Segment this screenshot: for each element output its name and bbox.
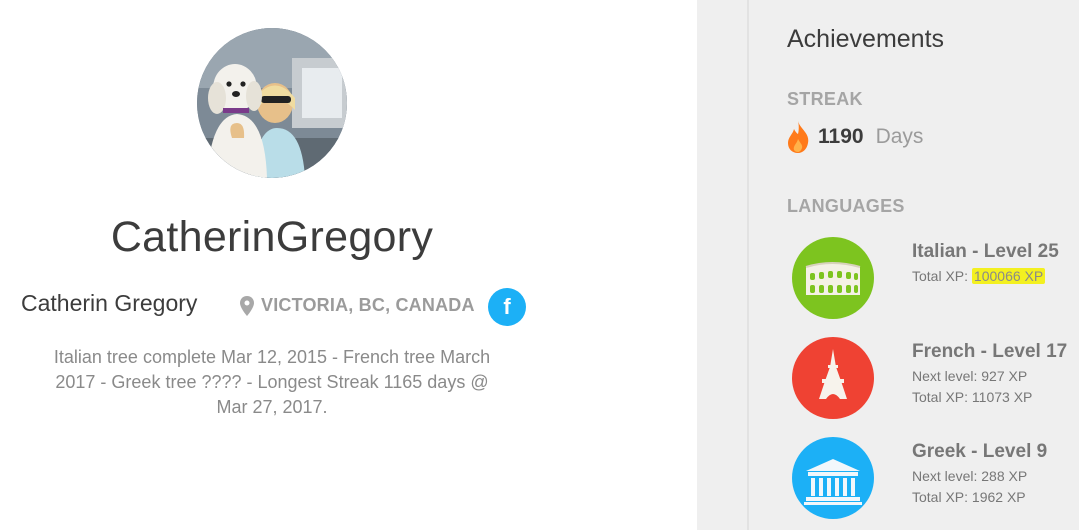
- streak-label: STREAK: [787, 89, 863, 109]
- full-name: Catherin Gregory: [21, 290, 198, 316]
- flame-icon: [788, 121, 809, 153]
- bio-text: Italian tree complete Mar 12, 2015 - Fre…: [53, 347, 491, 417]
- language-title: Italian - Level 25: [912, 241, 1059, 262]
- colosseum-icon: [792, 237, 874, 319]
- streak-count: 1190: [818, 125, 864, 148]
- language-info: Italian - Level 25 Total XP: 100066 XP: [912, 241, 1059, 287]
- language-total-xp: Total XP: 11073 XP: [912, 389, 1033, 405]
- facebook-button[interactable]: f: [488, 288, 526, 326]
- language-badge: [792, 337, 874, 419]
- eiffel-tower-icon: [792, 337, 874, 419]
- language-info: French - Level 17 Next level: 927 XP Tot…: [912, 341, 1067, 408]
- sidebar-divider: [747, 0, 749, 530]
- map-pin-icon: [240, 295, 254, 316]
- language-title: Greek - Level 9: [912, 441, 1048, 462]
- language-total-xp: Total XP: 1962 XP: [912, 489, 1026, 505]
- location: VICTORIA, BC, CANADA: [240, 295, 475, 316]
- languages-label: LANGUAGES: [787, 196, 905, 216]
- language-item-french[interactable]: French - Level 17 Next level: 927 XP Tot…: [792, 337, 1079, 419]
- total-xp-value: 100066 XP: [971, 268, 1046, 284]
- language-item-italian[interactable]: Italian - Level 25 Total XP: 100066 XP: [792, 237, 1079, 319]
- achievements-title: Achievements: [787, 25, 945, 53]
- parthenon-icon: [792, 437, 874, 519]
- avatar[interactable]: [197, 28, 347, 178]
- achievements-sidebar: Achievements STREAK 1190 Days LANGUAGES: [697, 0, 1079, 530]
- location-text: VICTORIA, BC, CANADA: [261, 295, 475, 315]
- streak-unit: Days: [875, 125, 924, 148]
- language-badge: [792, 437, 874, 519]
- language-title: French - Level 17: [912, 341, 1068, 362]
- streak-row: 1190 Days: [786, 121, 923, 153]
- language-badge: [792, 237, 874, 319]
- profile-photo: [197, 28, 347, 178]
- language-info: Greek - Level 9 Next level: 288 XP Total…: [912, 441, 1047, 508]
- total-xp-prefix: Total XP:: [912, 268, 969, 284]
- language-item-greek[interactable]: Greek - Level 9 Next level: 288 XP Total…: [792, 437, 1079, 519]
- facebook-icon: f: [503, 294, 511, 319]
- language-next-level: Next level: 927 XP: [912, 368, 1028, 384]
- language-total-xp: Total XP: 100066 XP: [912, 266, 1059, 287]
- username: CatherinGregory: [110, 213, 434, 261]
- profile-panel: CatherinGregory Catherin Gregory VICTORI…: [0, 0, 697, 530]
- language-next-level: Next level: 288 XP: [912, 468, 1028, 484]
